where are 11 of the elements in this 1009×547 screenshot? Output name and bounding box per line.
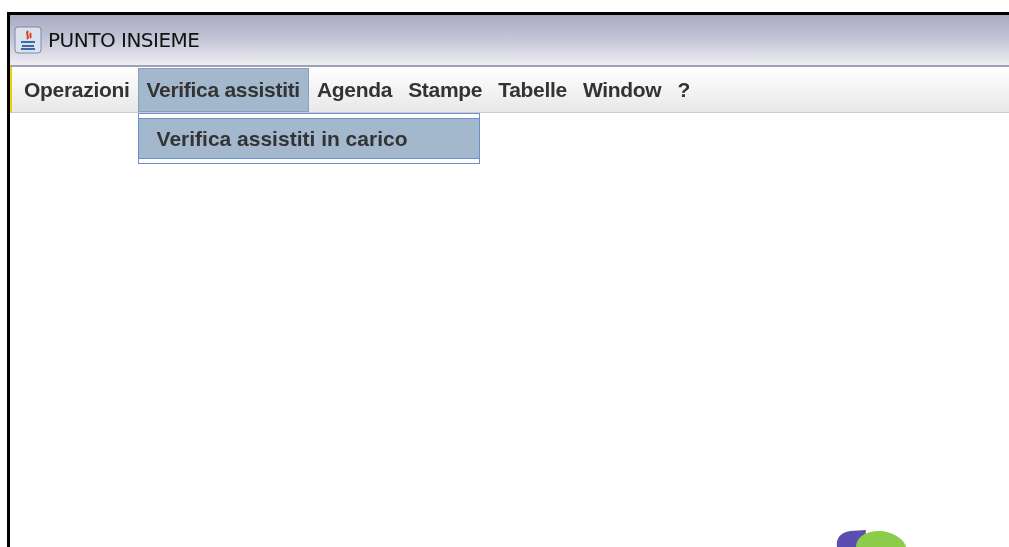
- menu-item[interactable]: Agenda: [308, 67, 401, 112]
- window-title: PUNTO INSIEME: [48, 27, 200, 54]
- menu-item[interactable]: Stampe: [400, 67, 491, 112]
- menu-item[interactable]: Tabelle: [490, 67, 575, 112]
- app-icon: [14, 26, 42, 54]
- menu-item[interactable]: Window: [574, 67, 670, 112]
- menu-item[interactable]: Verifica assistiti: [137, 67, 309, 112]
- menu-item[interactable]: Operazioni: [16, 67, 138, 112]
- dropdown-item[interactable]: Verifica assistiti in carico: [138, 117, 479, 159]
- logo-drawing: [836, 530, 906, 547]
- menu-item[interactable]: ?: [669, 67, 698, 112]
